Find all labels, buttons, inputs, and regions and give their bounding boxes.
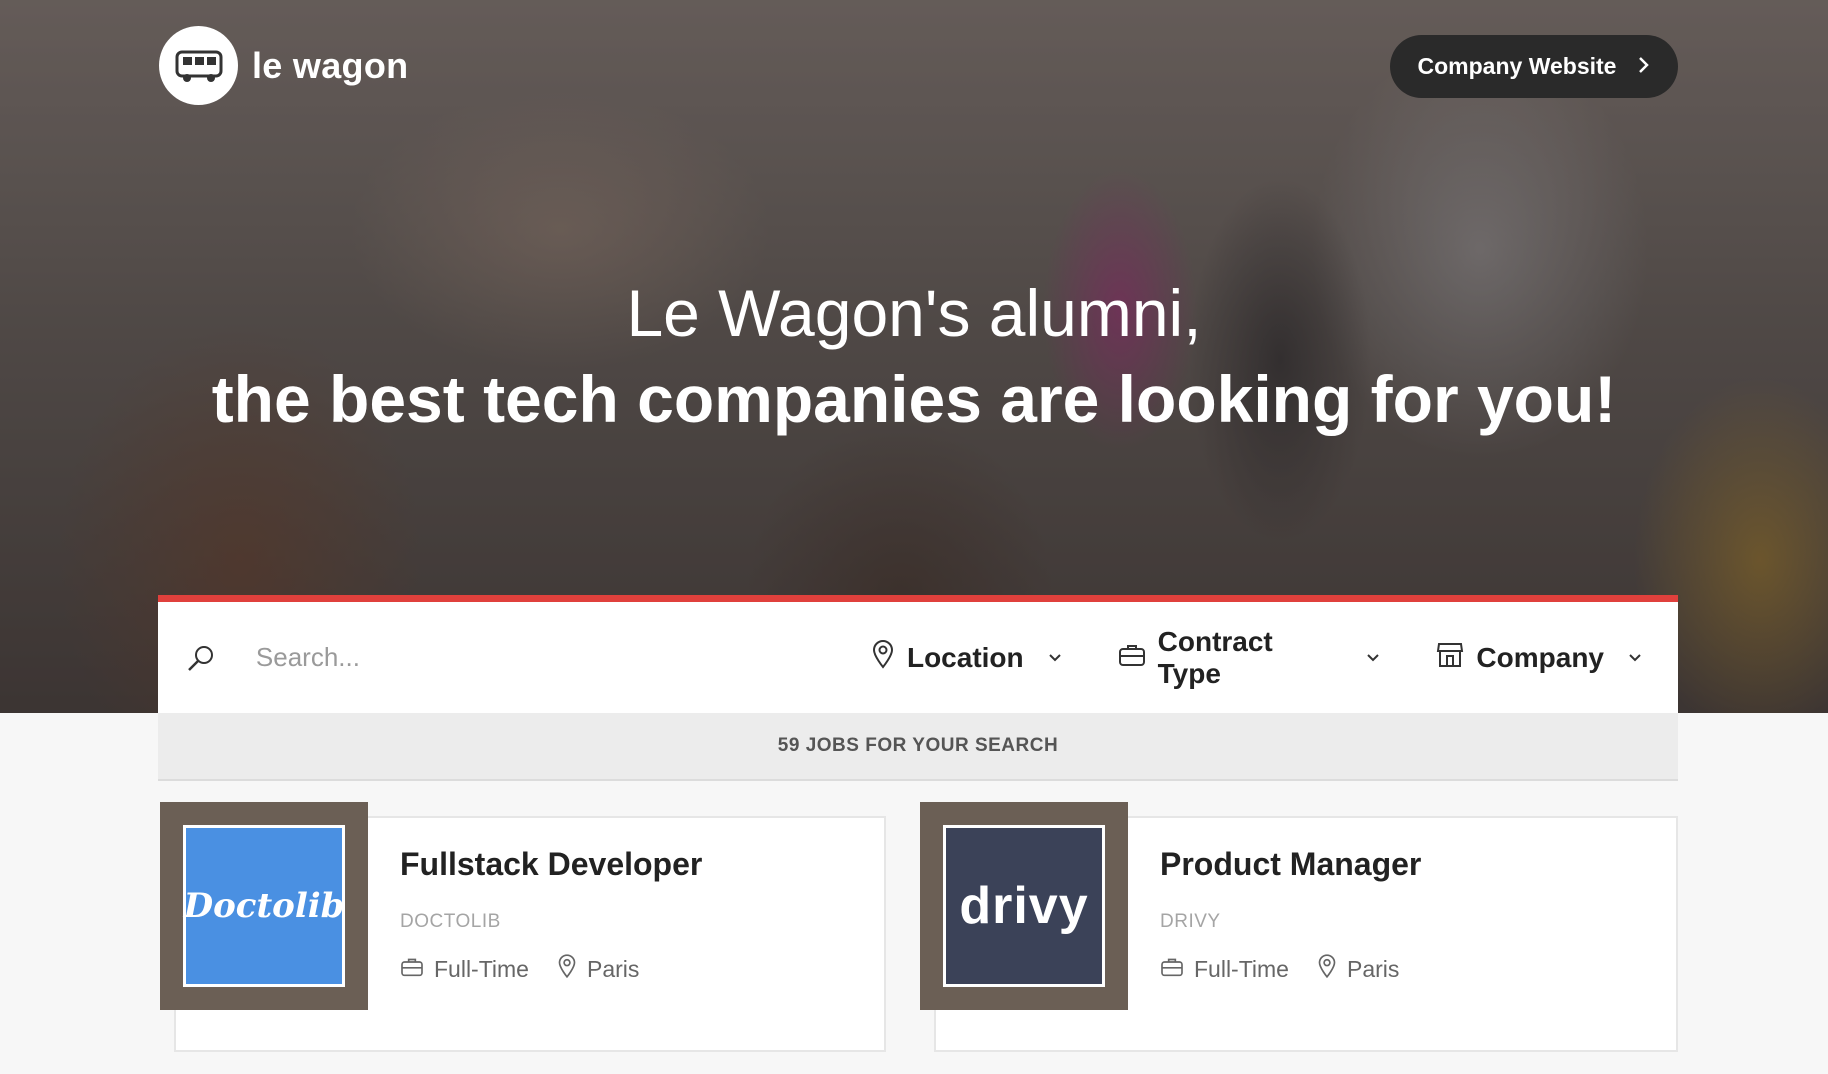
store-icon <box>1436 640 1464 675</box>
hero-line-1: Le Wagon's alumni, <box>626 276 1202 350</box>
job-contract: Full-Time <box>400 956 529 983</box>
doctolib-logo: Doctolib <box>183 825 345 987</box>
job-location: Paris <box>557 953 639 985</box>
job-meta: Full-Time Paris <box>1160 953 1427 985</box>
search-icon <box>186 643 238 673</box>
chevron-down-icon <box>1628 653 1642 663</box>
job-contract-label: Full-Time <box>1194 955 1289 982</box>
job-location-label: Paris <box>586 955 640 982</box>
brand[interactable]: le wagon <box>159 26 408 105</box>
job-contract: Full-Time <box>1160 956 1289 983</box>
drivy-logo: drivy <box>943 825 1105 987</box>
job-location-label: Paris <box>1346 955 1400 982</box>
job-card-body: Product Manager DRIVY Full-Time Paris <box>1160 846 1427 985</box>
location-filter-label: Location <box>906 641 1024 673</box>
job-contract-label: Full-Time <box>434 955 529 982</box>
job-company: DRIVY <box>1160 911 1221 932</box>
job-location: Paris <box>1317 953 1399 985</box>
company-website-button[interactable]: Company Website <box>1390 35 1678 98</box>
hero-headline: Le Wagon's alumni, the best tech compani… <box>0 270 1828 442</box>
wagon-logo-icon <box>159 26 238 105</box>
company-filter-label: Company <box>1476 641 1604 673</box>
job-card[interactable]: Doctolib Fullstack Developer DOCTOLIB Fu… <box>160 802 886 1052</box>
contract-type-filter-label: Contract Type <box>1157 625 1273 689</box>
search-bar: Location Contract Type <box>158 595 1678 713</box>
search-input[interactable] <box>255 642 815 673</box>
job-title[interactable]: Product Manager <box>1160 846 1427 883</box>
job-meta: Full-Time Paris <box>400 953 702 985</box>
results-count: 59 JOBS FOR YOUR SEARCH <box>158 713 1678 781</box>
company-filter[interactable]: Company <box>1436 640 1642 675</box>
job-title[interactable]: Fullstack Developer <box>400 846 702 883</box>
briefcase-icon <box>1160 956 1184 983</box>
job-card[interactable]: drivy Product Manager DRIVY Full-Time Pa… <box>920 802 1678 1052</box>
briefcase-icon <box>1118 642 1146 674</box>
map-pin-icon <box>871 639 895 676</box>
chevron-down-icon <box>1048 653 1062 663</box>
job-card-body: Fullstack Developer DOCTOLIB Full-Time P… <box>400 846 702 985</box>
chevron-down-icon <box>1366 653 1380 663</box>
company-logo-frame: Doctolib <box>160 802 368 1010</box>
filter-group: Location Contract Type Company <box>815 626 1642 690</box>
brand-name: le wagon <box>252 44 409 86</box>
map-pin-icon <box>1317 953 1337 985</box>
company-logo-frame: drivy <box>920 802 1128 1010</box>
map-pin-icon <box>557 953 577 985</box>
contract-type-filter[interactable]: Contract Type <box>1118 626 1381 690</box>
briefcase-icon <box>400 956 424 983</box>
company-website-label: Company Website <box>1417 53 1617 79</box>
location-filter[interactable]: Location <box>871 639 1062 676</box>
hero-line-2: the best tech companies are looking for … <box>211 362 1617 436</box>
job-company: DOCTOLIB <box>400 911 501 932</box>
chevron-right-icon <box>1638 56 1650 78</box>
